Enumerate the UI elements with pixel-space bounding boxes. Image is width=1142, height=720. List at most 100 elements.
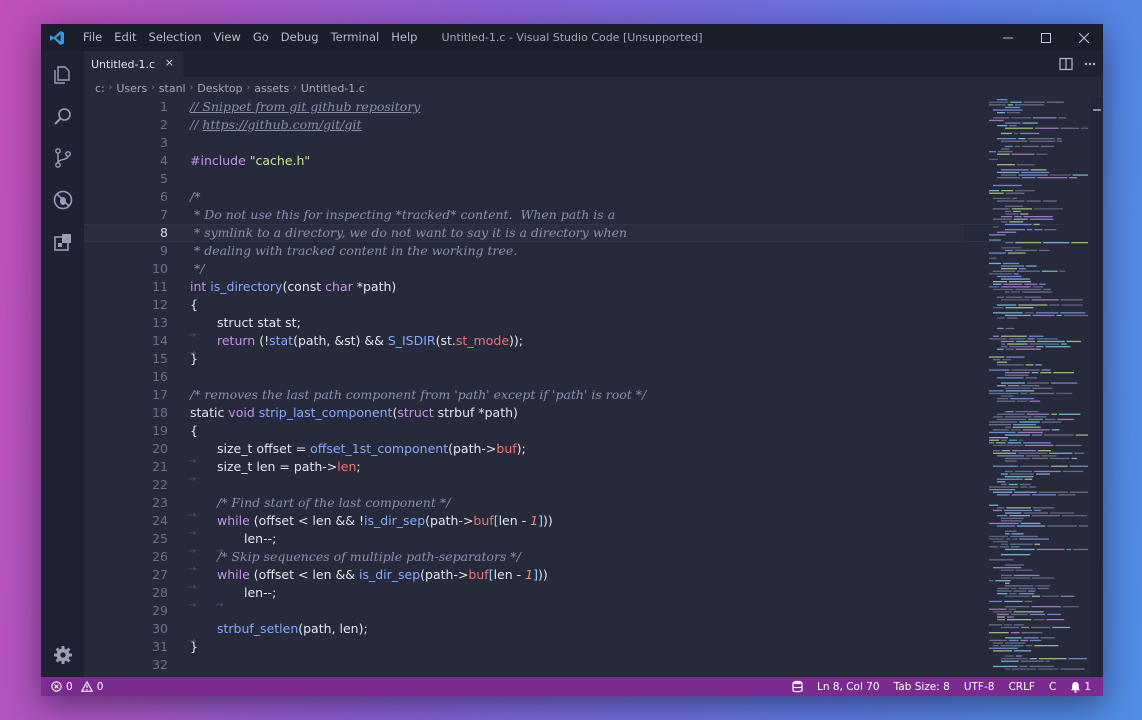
vertical-scrollbar[interactable] [1091, 97, 1103, 677]
code-line[interactable]: 8 * symlink to a directory, we do not wa… [84, 224, 1064, 242]
minimap-line [1009, 593, 1017, 595]
menu-edit[interactable]: Edit [108, 24, 142, 51]
activity-debug[interactable] [41, 180, 84, 220]
code-line[interactable]: 6 /* [84, 188, 964, 206]
menu-help[interactable]: Help [385, 24, 423, 51]
menu-selection[interactable]: Selection [143, 24, 208, 51]
minimap-line [997, 327, 1004, 330]
breadcrumb-users[interactable]: Users [116, 82, 147, 95]
minimap-line [1049, 304, 1060, 306]
code-line[interactable]: 10 */ [84, 260, 964, 278]
minimap-line [1001, 169, 1029, 171]
minimap-line [1005, 548, 1035, 551]
minimap-line [1049, 452, 1073, 454]
code-line[interactable]: 9 * dealing with tracked content in the … [84, 242, 964, 260]
search-icon [53, 108, 71, 125]
minimap-line [1051, 465, 1068, 467]
tab-untitled-1[interactable]: Untitled-1.c × [84, 51, 183, 77]
code-line[interactable]: 14 → return (!stat(path, &st) && S_ISDIR(s… [84, 332, 964, 359]
code-line[interactable]: 12 { [84, 296, 964, 314]
minimap-line [989, 390, 1004, 392]
menu-go[interactable]: Go [247, 24, 275, 51]
code-line[interactable]: 31} [84, 638, 964, 656]
minimap-line [1056, 314, 1062, 317]
code-line[interactable]: 3 [84, 134, 964, 152]
maximize-button[interactable] [1027, 24, 1065, 51]
code-line[interactable]: 32 [84, 656, 964, 674]
breadcrumb-assets[interactable]: assets [254, 82, 289, 95]
database-icon[interactable] [792, 680, 803, 693]
minimap-line [1005, 307, 1034, 309]
breadcrumb-desktop[interactable]: Desktop [197, 82, 242, 95]
menu-terminal[interactable]: Terminal [325, 24, 386, 51]
code-line[interactable]: 20 → size_t offset = offset_1st_component(… [84, 440, 964, 467]
minimap-line [1001, 140, 1028, 142]
minimap-line [989, 101, 1009, 103]
code-line[interactable]: 29 [84, 602, 964, 620]
code-line[interactable]: 1 // Snippet from git github repository [84, 98, 964, 116]
code-token: } [190, 639, 198, 654]
minimap-line [989, 286, 1000, 288]
code-line[interactable]: 28 → → len--; [84, 584, 964, 611]
line-number: 12 [152, 297, 168, 312]
code-line[interactable]: 25 → → len--; [84, 530, 964, 557]
minimap-line [989, 104, 1006, 106]
language-mode[interactable]: C [1049, 681, 1056, 693]
minimap-line [1046, 619, 1065, 621]
line-number: 31 [152, 639, 168, 654]
code-line[interactable]: 26 →/* Skip sequences of multiple path-se… [84, 548, 964, 575]
code-line[interactable]: 17 /* removes the last path component fro… [84, 386, 964, 404]
encoding[interactable]: UTF-8 [964, 681, 995, 693]
activity-explorer[interactable] [41, 55, 84, 95]
code-line[interactable]: 11 int is_directory(const char *path) [84, 278, 964, 296]
code-line[interactable]: 18 static void strip_last_component(struc… [84, 404, 964, 422]
line-number: 21 [152, 459, 168, 474]
close-window-button[interactable] [1065, 24, 1103, 51]
code-line[interactable]: 27 → while (offset < len && is_dir_sep(pat… [84, 566, 964, 593]
code-line[interactable]: 15} [84, 350, 964, 368]
cursor-position[interactable]: Ln 8, Col 70 [817, 681, 880, 693]
split-editor-icon[interactable] [1059, 57, 1073, 71]
code-line[interactable]: 16 [84, 368, 964, 386]
code-line[interactable]: 19 { [84, 422, 964, 440]
menu-debug[interactable]: Debug [275, 24, 325, 51]
code-line[interactable]: 4 #include "cache.h" [84, 152, 964, 170]
code-editor[interactable]: 1 // Snippet from git github repository 2 /… [84, 97, 1103, 677]
code-line[interactable]: 2 // https://github.com/git/git [84, 116, 964, 134]
vscode-logo-icon [50, 31, 64, 45]
activity-manage[interactable] [41, 635, 84, 675]
code-line[interactable]: 13 → struct stat st; [84, 314, 964, 341]
code-line[interactable]: 7 * Do not use this for inspecting *trac… [84, 206, 964, 224]
breadcrumb-file[interactable]: Untitled-1.c [301, 82, 365, 95]
line-number: 16 [152, 369, 168, 384]
minimap-line [997, 200, 1025, 202]
menu-file[interactable]: File [77, 24, 108, 51]
minimap[interactable] [986, 97, 1091, 677]
minimap-line [993, 645, 999, 647]
problems-indicator[interactable]: 0 0 [51, 677, 103, 696]
activity-extensions[interactable] [41, 222, 84, 262]
minimap-line [1051, 429, 1060, 431]
notifications-indicator[interactable]: 1 [1070, 681, 1091, 693]
breadcrumb-drive[interactable]: c: [95, 82, 105, 95]
code-line[interactable]: 30 → strbuf_setlen(path, len); [84, 620, 964, 647]
code-line[interactable]: 5 [84, 170, 964, 188]
breadcrumb-user[interactable]: stanl [159, 82, 186, 95]
minimap-line [993, 491, 1013, 493]
minimap-line [1026, 413, 1050, 415]
more-actions-icon[interactable] [1083, 57, 1097, 71]
code-line[interactable]: 24 → while (offset < len && !is_dir_sep(pa… [84, 512, 964, 539]
activity-source-control[interactable] [41, 138, 84, 178]
minimap-line [1009, 515, 1030, 517]
menu-view[interactable]: View [208, 24, 247, 51]
minimap-line [1013, 210, 1021, 213]
line-endings[interactable]: CRLF [1008, 681, 1035, 693]
code-line[interactable]: 21 → size_t len = path->len; [84, 458, 964, 485]
tab-close-icon[interactable]: × [165, 56, 174, 69]
activity-search[interactable] [41, 97, 84, 137]
code-line[interactable]: 23 →/* Find start of the last component *… [84, 494, 964, 521]
tab-size[interactable]: Tab Size: 8 [894, 681, 950, 693]
minimap-line [1013, 273, 1019, 275]
code-line[interactable]: 22 [84, 476, 964, 494]
minimize-button[interactable] [989, 24, 1027, 51]
